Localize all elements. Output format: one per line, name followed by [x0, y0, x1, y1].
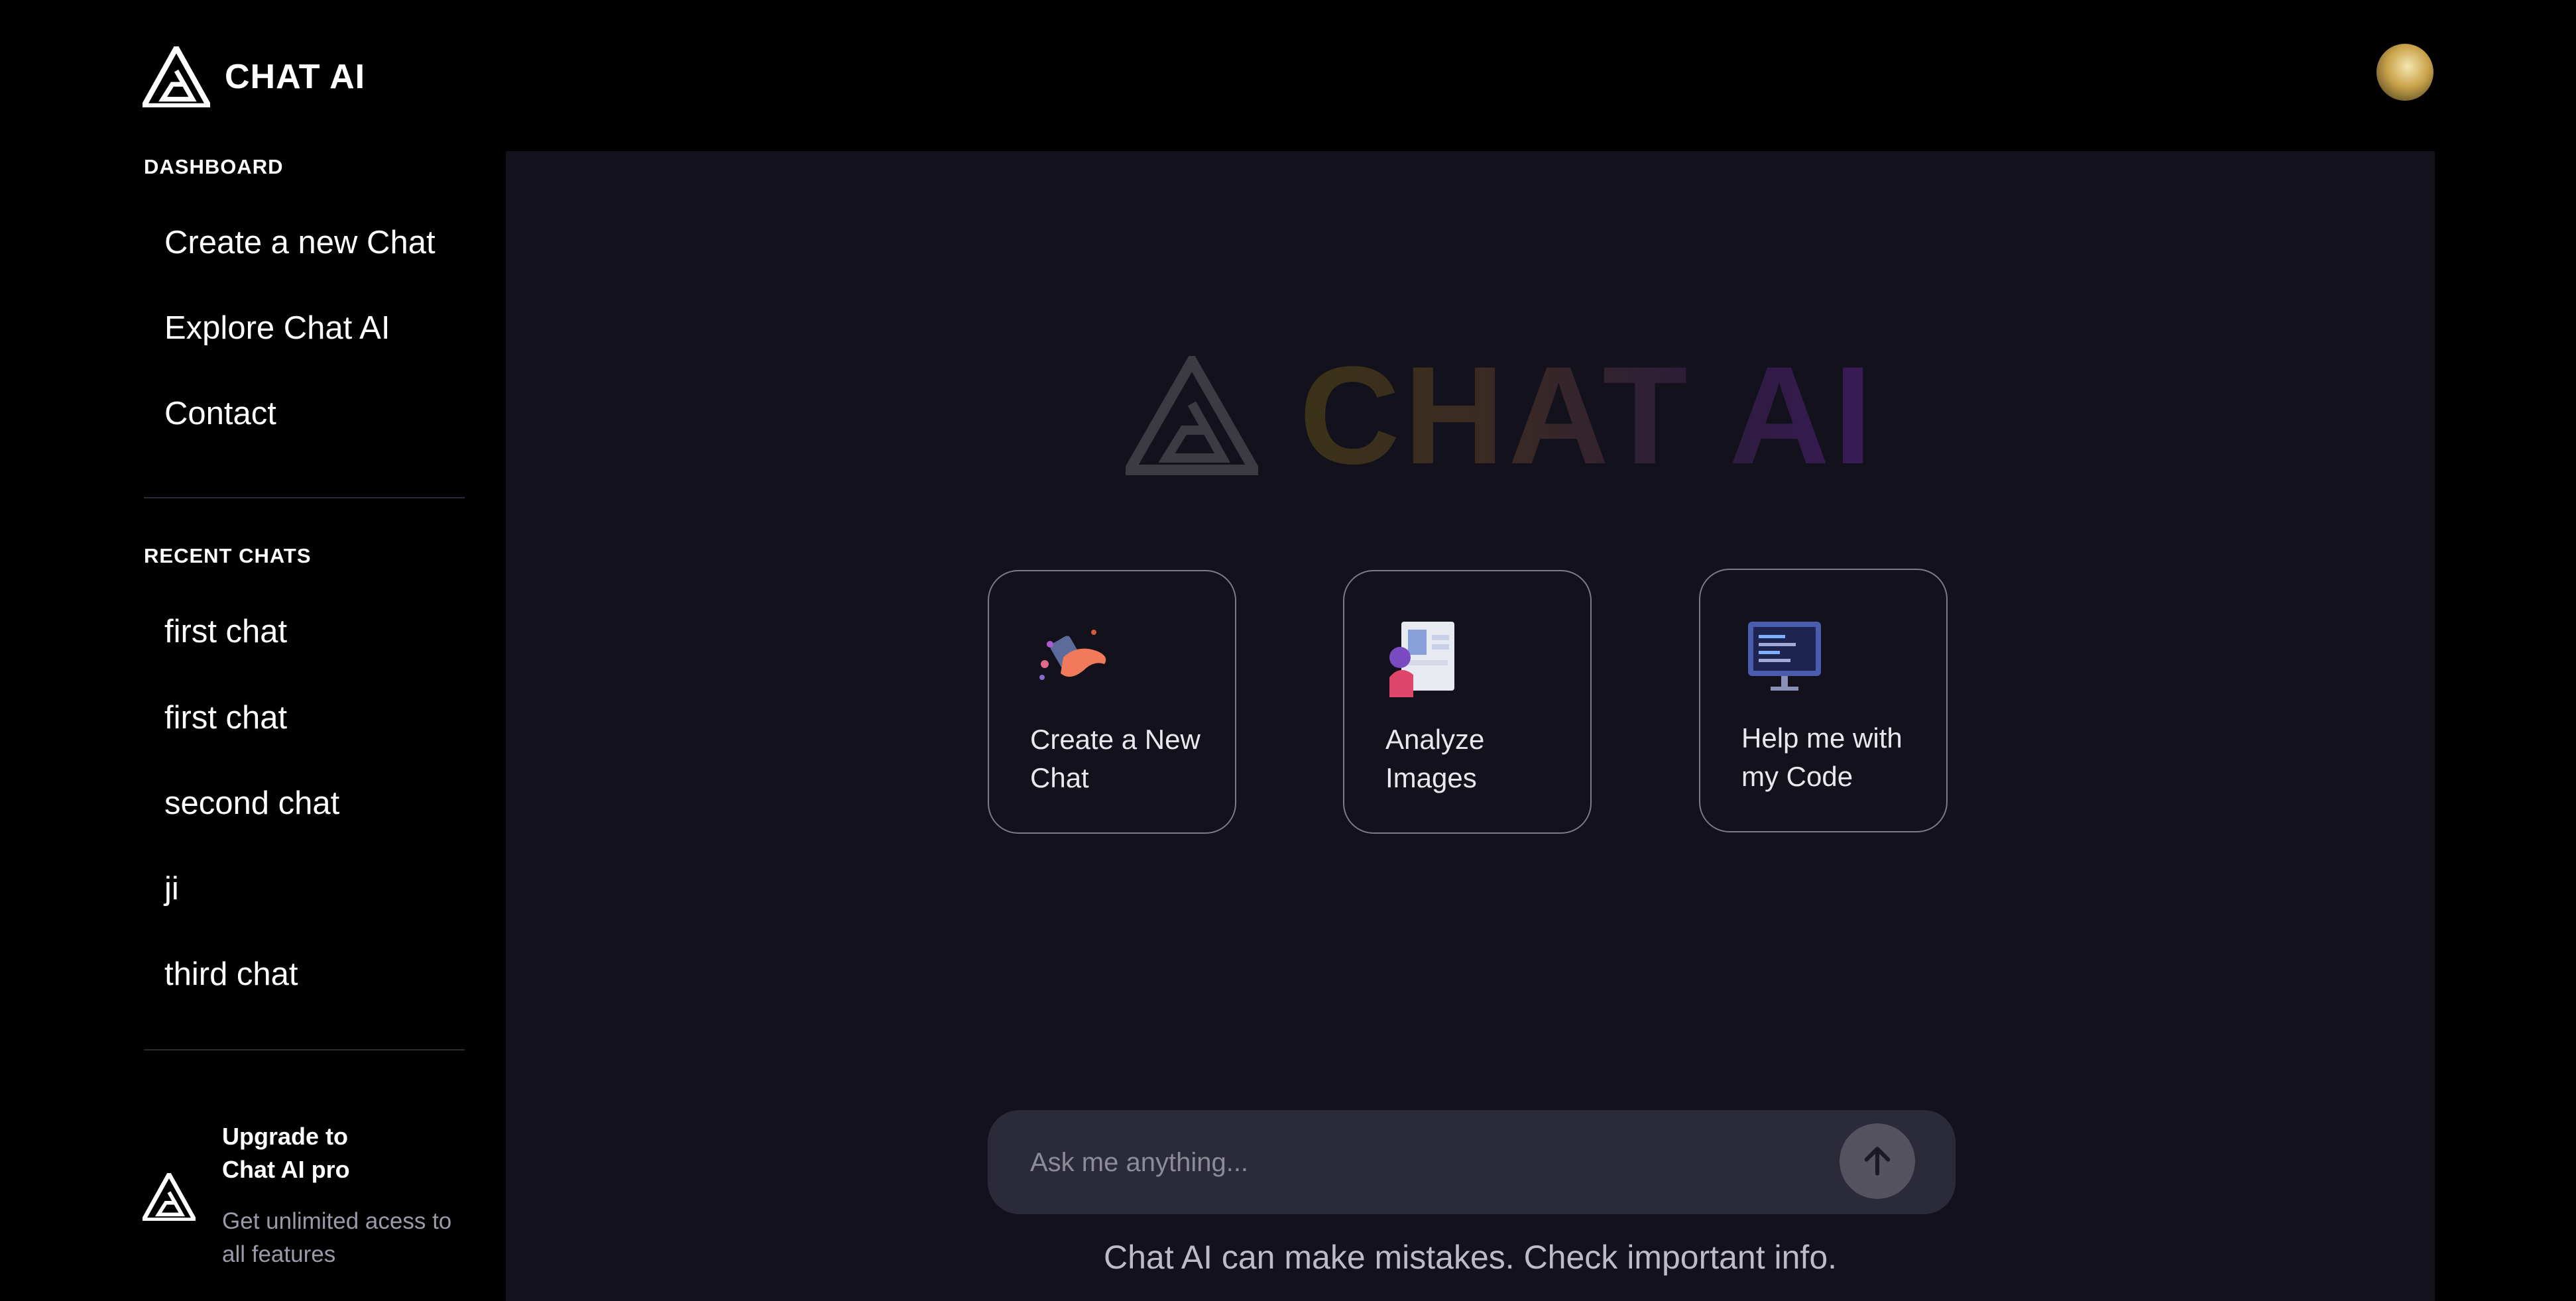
- brand-name: CHAT AI: [225, 58, 366, 96]
- card-help-with-code[interactable]: Help me with my Code: [1699, 569, 1948, 832]
- disclaimer-text: Chat AI can make mistakes. Check importa…: [1103, 1239, 1838, 1276]
- chat-illustration-icon: [1039, 630, 1106, 680]
- card-analyze-images[interactable]: Analyze Images: [1343, 570, 1592, 834]
- chat-input-bar: [988, 1110, 1956, 1216]
- card-label: Help me with my Code: [1741, 722, 1903, 792]
- chat-ai-logo-icon: [143, 1173, 196, 1221]
- card-create-new-chat[interactable]: Create a New Chat: [988, 570, 1236, 834]
- sidebar-item-create-new-chat[interactable]: Create a new Chat: [164, 224, 436, 261]
- sidebar-divider: [144, 1049, 465, 1050]
- chat-ai-logo-icon: [143, 46, 210, 107]
- upgrade-description: Get unlimited acess to all features: [222, 1208, 452, 1267]
- recent-chats-section-title: RECENT CHATS: [144, 544, 312, 567]
- recent-chat-item[interactable]: first chat: [164, 613, 287, 650]
- brand[interactable]: CHAT AI: [143, 46, 365, 107]
- recent-chat-item[interactable]: third chat: [164, 956, 298, 993]
- hero-title: CHAT AI: [1299, 335, 1876, 496]
- user-avatar[interactable]: [2376, 44, 2433, 101]
- card-label: Analyze Images: [1385, 724, 1485, 793]
- upgrade-title: Upgrade to Chat AI pro: [222, 1123, 350, 1183]
- sidebar-item-explore-chat-ai[interactable]: Explore Chat AI: [164, 310, 390, 347]
- dashboard-section-title: DASHBOARD: [144, 155, 284, 178]
- sidebar-divider: [144, 497, 465, 498]
- recent-chat-item[interactable]: ji: [164, 870, 179, 907]
- chat-ai-logo-icon: [1126, 356, 1258, 475]
- sidebar-item-contact[interactable]: Contact: [164, 395, 276, 432]
- upgrade-text: Upgrade to Chat AI pro Get unlimited ace…: [222, 1120, 461, 1271]
- code-monitor-illustration-icon: [1748, 622, 1821, 691]
- main-panel: CHAT AI Create a New Chat Analyze Images: [506, 151, 2435, 1301]
- chat-input[interactable]: [1029, 1110, 1827, 1216]
- recent-chat-item[interactable]: first chat: [164, 699, 287, 736]
- arrow-up-icon: [1864, 1147, 1891, 1176]
- send-button[interactable]: [1840, 1123, 1915, 1199]
- hero: CHAT AI: [1126, 335, 1876, 496]
- card-label: Create a New Chat: [1030, 724, 1200, 793]
- recent-chat-item[interactable]: second chat: [164, 785, 339, 822]
- image-analysis-illustration-icon: [1389, 622, 1454, 697]
- upgrade-promo[interactable]: Upgrade to Chat AI pro Get unlimited ace…: [143, 1120, 461, 1271]
